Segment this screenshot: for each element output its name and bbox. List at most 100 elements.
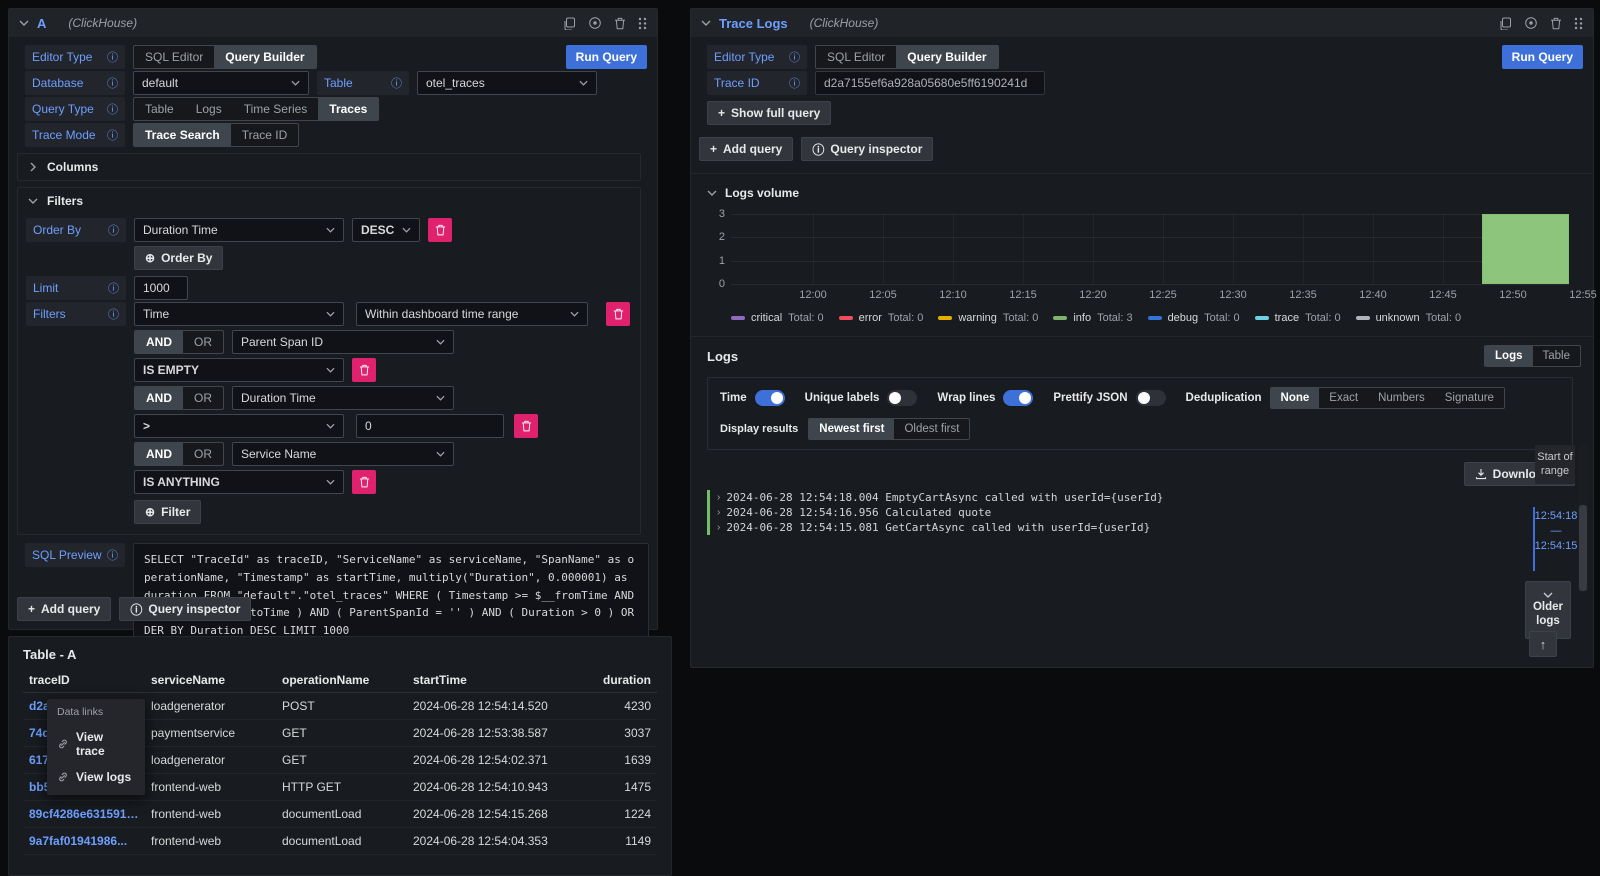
filter3-operator-select[interactable]: IS ANYTHING (134, 470, 344, 494)
logs-scrollbar[interactable] (1578, 445, 1588, 593)
col-operationname[interactable]: operationName (276, 668, 407, 693)
newest-first-option[interactable]: Newest first (809, 419, 894, 439)
eye-icon[interactable] (588, 16, 602, 30)
wrap-lines-toggle[interactable] (1003, 390, 1033, 406)
legend-item[interactable]: errorTotal: 0 (839, 312, 924, 324)
range-start-time[interactable]: 12:54:18 (1535, 510, 1578, 522)
legend-item[interactable]: warningTotal: 0 (938, 312, 1038, 324)
scrollbar-thumb[interactable] (1579, 505, 1587, 591)
range-end-time[interactable]: 12:54:15 (1535, 540, 1578, 552)
and-option[interactable]: AND (135, 331, 183, 353)
query-type-table[interactable]: Table (134, 98, 185, 120)
col-traceid[interactable]: traceID (23, 668, 145, 693)
order-by-direction-select[interactable]: DESC (352, 218, 420, 242)
oldest-first-option[interactable]: Oldest first (894, 419, 969, 439)
query-inspector-button[interactable]: ⓘQuery inspector (801, 137, 933, 161)
legend-item[interactable]: criticalTotal: 0 (731, 312, 824, 324)
sql-editor-option[interactable]: SQL Editor (816, 46, 896, 68)
log-row[interactable]: ›2024-06-28 12:54:16.956 Calculated quot… (707, 505, 1435, 520)
logs-view-toggle[interactable]: Logs Table (1484, 345, 1581, 367)
add-query-button[interactable]: +Add query (699, 137, 793, 161)
or-option[interactable]: OR (183, 443, 223, 465)
editor-type-toggle[interactable]: SQL Editor Query Builder (133, 45, 317, 69)
query-type-toggle[interactable]: Table Logs Time Series Traces (133, 97, 379, 121)
col-starttime[interactable]: startTime (407, 668, 575, 693)
query-builder-option[interactable]: Query Builder (214, 46, 315, 68)
add-filter-button[interactable]: ⊕Filter (134, 500, 201, 524)
collapse-chevron-icon[interactable] (701, 20, 711, 26)
filter3-field-select[interactable]: Service Name (232, 442, 454, 466)
prettify-json-toggle[interactable] (1136, 390, 1166, 406)
table-select[interactable]: otel_traces (417, 71, 597, 95)
legend-item[interactable]: traceTotal: 0 (1255, 312, 1341, 324)
filter2-value-input[interactable]: 0 (356, 414, 504, 438)
deduplication-toggle[interactable]: None Exact Numbers Signature (1270, 387, 1505, 409)
remove-filter1-button[interactable] (352, 358, 376, 382)
filter2-operator-select[interactable]: > (134, 414, 344, 438)
run-query-button[interactable]: Run Query (1502, 45, 1583, 69)
filter3-andor-toggle[interactable]: AND OR (134, 442, 224, 466)
filter1-andor-toggle[interactable]: AND OR (134, 330, 224, 354)
remove-filter2-button[interactable] (514, 414, 538, 438)
remove-filter3-button[interactable] (352, 470, 376, 494)
copy-icon[interactable] (563, 17, 576, 30)
query-inspector-button[interactable]: ⓘQuery inspector (119, 597, 251, 621)
order-by-field-select[interactable]: Duration Time (134, 218, 344, 242)
or-option[interactable]: OR (183, 331, 223, 353)
run-query-button[interactable]: Run Query (566, 45, 647, 69)
legend-item[interactable]: debugTotal: 0 (1148, 312, 1240, 324)
add-order-by-button[interactable]: ⊕Order By (134, 246, 223, 270)
editor-type-toggle[interactable]: SQL Editor Query Builder (815, 45, 999, 69)
panel-title[interactable]: A (37, 16, 46, 31)
query-builder-option[interactable]: Query Builder (896, 46, 997, 68)
logs-volume-header[interactable]: Logs volume (707, 180, 1585, 206)
and-option[interactable]: AND (135, 443, 183, 465)
filter2-andor-toggle[interactable]: AND OR (134, 386, 224, 410)
display-results-toggle[interactable]: Newest first Oldest first (808, 418, 970, 440)
or-option[interactable]: OR (183, 387, 223, 409)
dedup-numbers[interactable]: Numbers (1368, 388, 1435, 408)
trace-id-input[interactable]: d2a7155ef6a928a05680e5ff6190241d (815, 71, 1045, 95)
col-servicename[interactable]: serviceName (145, 668, 276, 693)
view-trace-link[interactable]: View trace (47, 724, 145, 764)
filters-section-header[interactable]: Filters (18, 188, 640, 214)
time-toggle[interactable] (755, 390, 785, 406)
query-type-traces[interactable]: Traces (318, 98, 378, 120)
eye-icon[interactable] (1524, 16, 1538, 30)
trace-mode-search[interactable]: Trace Search (134, 124, 231, 146)
show-full-query-button[interactable]: +Show full query (707, 101, 831, 125)
trash-icon[interactable] (614, 17, 626, 30)
legend-item[interactable]: unknownTotal: 0 (1356, 312, 1462, 324)
logs-volume-chart[interactable]: 3 2 1 0 (731, 214, 1569, 284)
trace-link[interactable]: 89cf4286e631591b4... (23, 801, 145, 828)
remove-order-by-button[interactable] (428, 218, 452, 242)
log-row[interactable]: ›2024-06-28 12:54:15.081 GetCartAsync ca… (707, 520, 1435, 535)
filter2-field-select[interactable]: Duration Time (232, 386, 454, 410)
time-filter-field-select[interactable]: Time (134, 302, 344, 326)
log-row[interactable]: ›2024-06-28 12:54:18.004 EmptyCartAsync … (707, 490, 1435, 505)
collapse-chevron-icon[interactable] (19, 20, 29, 26)
trace-mode-id[interactable]: Trace ID (231, 124, 299, 146)
query-type-timeseries[interactable]: Time Series (233, 98, 319, 120)
add-query-button[interactable]: +Add query (17, 597, 111, 621)
filter1-field-select[interactable]: Parent Span ID (232, 330, 454, 354)
table-view-option[interactable]: Table (1533, 346, 1581, 366)
columns-section-header[interactable]: Columns (18, 154, 640, 180)
info-logs-bar[interactable] (1482, 214, 1569, 284)
remove-time-filter-button[interactable] (606, 302, 630, 326)
query-type-logs[interactable]: Logs (185, 98, 233, 120)
copy-icon[interactable] (1499, 17, 1512, 30)
col-duration[interactable]: duration (575, 668, 657, 693)
filter1-operator-select[interactable]: IS EMPTY (134, 358, 344, 382)
unique-labels-toggle[interactable] (887, 390, 917, 406)
drag-handle-icon[interactable] (638, 17, 647, 30)
dedup-signature[interactable]: Signature (1435, 388, 1504, 408)
logs-view-option[interactable]: Logs (1485, 346, 1532, 366)
view-logs-link[interactable]: View logs (47, 764, 145, 790)
time-filter-operator-select[interactable]: Within dashboard time range (356, 302, 588, 326)
and-option[interactable]: AND (135, 387, 183, 409)
panel-title[interactable]: Trace Logs (719, 16, 788, 31)
drag-handle-icon[interactable] (1574, 17, 1583, 30)
expand-chevron-icon[interactable]: › (717, 507, 720, 518)
limit-input[interactable]: 1000 (134, 276, 188, 300)
